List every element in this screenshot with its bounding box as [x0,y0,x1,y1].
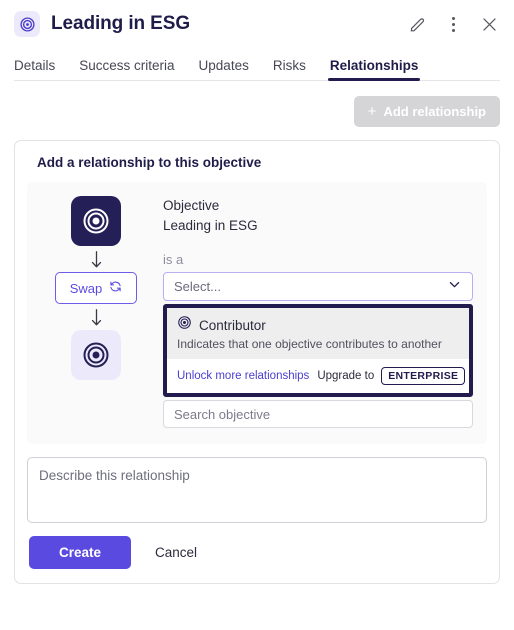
unlock-more-relationships-link[interactable]: Unlock more relationships [177,370,309,382]
tab-relationships[interactable]: Relationships [327,58,420,81]
card-title: Add a relationship to this objective [37,155,262,170]
page-title: Leading in ESG [51,13,191,34]
swap-label: Swap [69,280,103,296]
relationship-type-dropdown: Contributor Indicates that one objective… [163,304,473,397]
connector-label: is a [163,251,184,267]
swap-refresh-icon [109,280,122,296]
add-relationship-card: Add a relationship to this objective Swa… [14,140,500,584]
panel-header: Leading in ESG [0,0,514,48]
target-icon [14,11,40,37]
add-relationship-label: Add relationship [383,104,486,119]
close-icon[interactable] [478,13,500,35]
dropdown-option-contributor[interactable]: Contributor Indicates that one objective… [167,308,469,359]
upgrade-prompt: Upgrade to ENTERPRISE [317,367,466,385]
upgrade-label: Upgrade to [317,370,375,382]
more-dots [451,16,455,32]
relationship-builder-panel: Swap Objective Leading in ESG is a Selec… [27,182,487,444]
header-actions [406,13,500,35]
relationship-graphic-column: Swap [41,196,151,428]
target-objective-tile [71,330,121,380]
chevron-down-icon [447,277,462,297]
tab-updates[interactable]: Updates [199,58,249,81]
add-relationship-button[interactable]: + Add relationship [353,96,500,127]
tab-risks[interactable]: Risks [273,58,306,81]
create-button[interactable]: Create [29,536,132,569]
arrow-down-icon-top [90,246,103,272]
tab-bar: Details Success criteria Updates Risks R… [0,48,514,81]
source-objective-info: Objective Leading in ESG [163,196,473,246]
source-objective-kind: Objective [163,198,220,213]
relationship-fields-column: Objective Leading in ESG is a Select... [163,196,473,428]
enterprise-badge[interactable]: ENTERPRISE [381,367,466,385]
source-objective-tile [71,196,121,246]
dropdown-footer: Unlock more relationships Upgrade to ENT… [167,359,469,393]
edit-icon[interactable] [406,13,428,35]
toolbar: + Add relationship [0,81,514,127]
more-options-icon[interactable] [442,13,464,35]
swap-button[interactable]: Swap [54,272,138,304]
objective-search-placeholder: Search objective [174,406,271,422]
relationship-type-placeholder: Select... [174,279,221,294]
relationship-type-select[interactable]: Select... [163,272,473,301]
card-footer: Create Cancel [27,536,487,569]
relationship-description-placeholder: Describe this relationship [39,468,190,483]
dropdown-option-title: Contributor [199,317,266,333]
tab-success-criteria[interactable]: Success criteria [79,58,174,81]
dropdown-option-header: Contributor [177,315,459,335]
tab-details[interactable]: Details [14,58,55,81]
contributor-icon [177,315,192,335]
relationship-description-field[interactable]: Describe this relationship [27,457,487,523]
objective-search-field[interactable]: Search objective [163,400,473,428]
dropdown-option-description: Indicates that one objective contributes… [177,337,442,351]
cancel-button[interactable]: Cancel [153,541,199,564]
source-objective-name: Leading in ESG [163,217,258,233]
arrow-down-icon-bottom [90,304,103,330]
plus-icon: + [367,103,377,120]
